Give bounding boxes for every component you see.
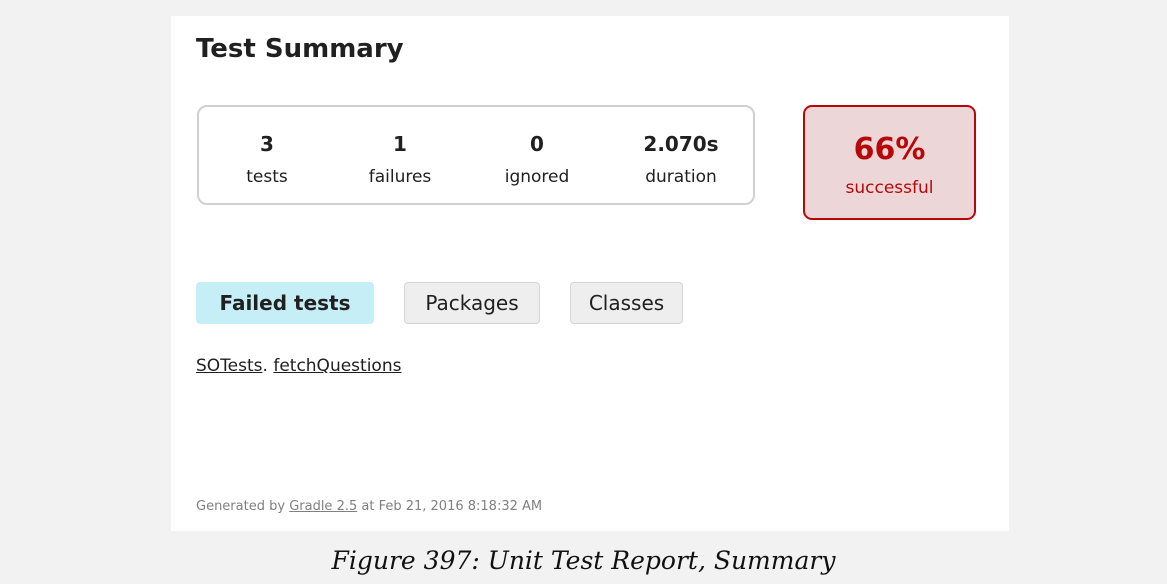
ignored-count: 0 — [530, 132, 544, 156]
gradle-link[interactable]: Gradle 2.5 — [289, 499, 357, 514]
footer-prefix: Generated by — [196, 499, 290, 514]
report-footer: Generated by Gradle 2.5 at Feb 21, 2016 … — [196, 498, 542, 516]
failures-label: failures — [368, 167, 432, 187]
tab-packages[interactable]: Packages — [404, 282, 540, 324]
success-rate-box: 66% successful — [803, 105, 976, 220]
duration-label: duration — [645, 167, 717, 187]
page-title: Test Summary — [196, 34, 404, 64]
ignored-label: ignored — [504, 167, 570, 187]
tab-failed-tests[interactable]: Failed tests — [196, 282, 374, 324]
tab-classes[interactable]: Classes — [570, 282, 683, 324]
failures-count: 1 — [393, 132, 407, 156]
duration-value: 2.070s — [643, 132, 719, 156]
test-report-panel: Test Summary 3 tests 1 failures 0 ignore… — [171, 16, 1009, 531]
success-label: successful — [845, 178, 934, 198]
failed-test-item: SOTests. fetchQuestions — [196, 354, 401, 378]
failed-test-class-link[interactable]: SOTests — [196, 356, 263, 376]
failed-test-method-link[interactable]: fetchQuestions — [273, 356, 401, 376]
tests-label: tests — [246, 167, 288, 187]
tests-count: 3 — [260, 132, 274, 156]
footer-timestamp: at Feb 21, 2016 8:18:32 AM — [357, 499, 543, 514]
figure-caption: Figure 397: Unit Test Report, Summary — [331, 546, 836, 575]
summary-counters: 3 tests 1 failures 0 ignored 2.070s dura… — [197, 105, 755, 205]
success-percent: 66% — [853, 132, 926, 167]
failed-test-separator: . — [262, 356, 274, 376]
